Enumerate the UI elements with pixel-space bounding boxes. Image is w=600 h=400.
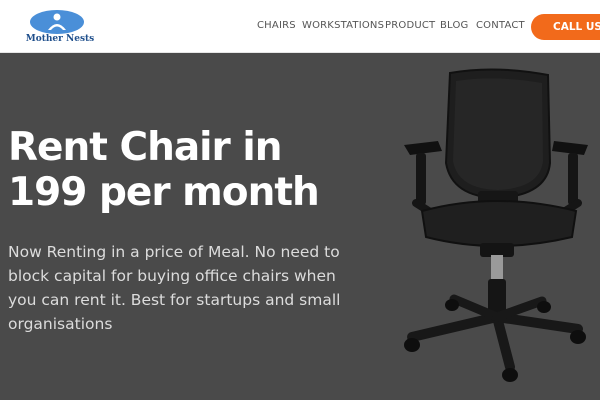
- logo-text: Mother Nests: [25, 34, 95, 44]
- nav-chairs[interactable]: CHAIRS: [257, 20, 296, 31]
- nav-contact[interactable]: CONTACT: [476, 20, 525, 31]
- hero-title: Rent Chair in 199 per month: [8, 125, 320, 215]
- nav-product[interactable]: PRODUCT: [385, 20, 435, 31]
- site-header: Mother Nests CHAIRS WORKSTATIONS PRODUCT…: [0, 0, 600, 53]
- nav-blog[interactable]: BLOG: [440, 20, 469, 31]
- call-us-button[interactable]: CALL US: [531, 14, 600, 40]
- nav-workstations[interactable]: WORKSTATIONS: [302, 20, 384, 31]
- hero-description: Now Renting in a price of Meal. No need …: [8, 243, 341, 333]
- main-nav: CHAIRS WORKSTATIONS PRODUCT BLOG CONTACT: [0, 20, 600, 34]
- hero-section: Rent Chair in 199 per month Now Renting …: [0, 53, 600, 400]
- office-chair-image: [404, 68, 588, 382]
